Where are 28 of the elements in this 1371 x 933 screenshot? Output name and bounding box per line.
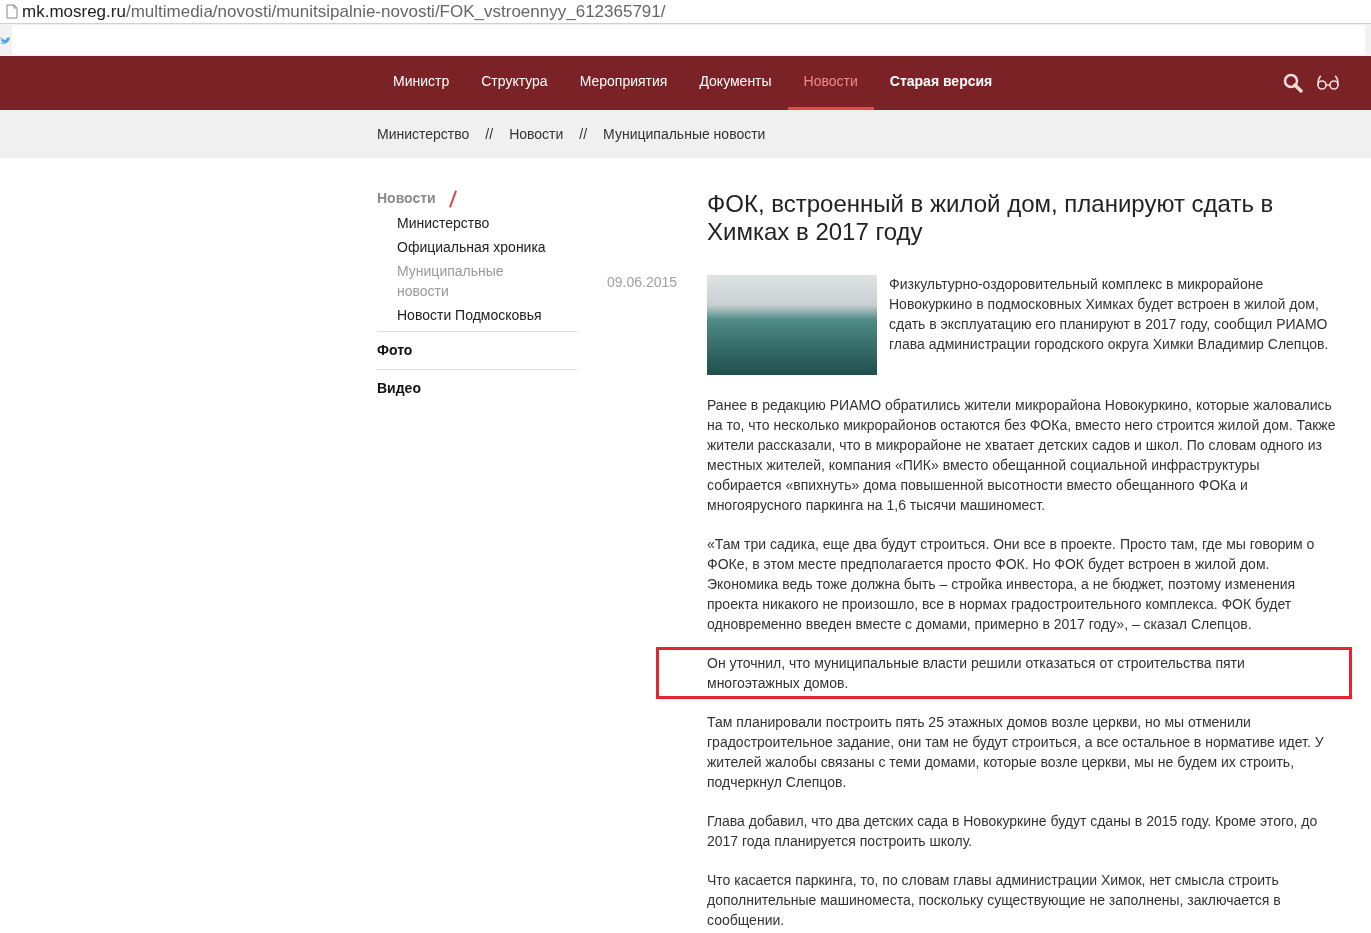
- sidebar-section[interactable]: Фото: [377, 340, 413, 361]
- breadcrumb-separator: //: [484, 124, 495, 144]
- page-icon: [6, 4, 18, 19]
- breadcrumb-link[interactable]: Муниципальные новости: [603, 123, 766, 145]
- url-text[interactable]: mk.mosreg.ru/multimedia/novosti/munitsipalnie-novosti/FOK_vstroennyy_612365791/: [22, 3, 666, 20]
- article-paragraph: Что касается паркинга, то, по словам главы администрации Химок, нет смысла строить дополнительные машиноместа, поскольку существующие не заполнены, заключается в сообщении.: [707, 871, 1282, 930]
- article-paragraph: Ранее в редакцию РИАМО обратились жители микрорайона Новокуркино, которые жаловались на то, что несколько микрорайонов остаются без ФОКа, вместо него строится жилой дом. Также жители рассказали, что в микрорайоне не хватает детских садов и школ. По словам одного из местных жителей, компания «ПИК» вместо обещанной социальной инфраструктуры собирается «впихнуть» дома повышенной высотности вместо обещанного ФОКа и многоярусного паркинга на 1,6 тысячи машиномест.: [707, 396, 1337, 515]
- breadcrumb-separator: //: [578, 124, 589, 144]
- glasses-icon[interactable]: [1317, 75, 1339, 91]
- article-paragraph: Там планировали построить пять 25 этажных домов возле церкви, но мы отменили градостроительное задание, они там не будут строиться, а все остальное в нормативе идет. У жителей жалобы связаны с теми домами, которые возле церкви, мы не будем их строить, подчеркнул Слепцов.: [707, 713, 1325, 792]
- article-date: 09.06.2015: [607, 273, 679, 292]
- nav-link[interactable]: Структура: [465, 56, 564, 110]
- article-paragraph: Он уточнил, что муниципальные власти решили отказаться от строительства пяти многоэтажных домов.: [707, 654, 1246, 693]
- sidebar-subitem[interactable]: Официальная хроника: [377, 237, 577, 257]
- breadcrumb-link[interactable]: Новости: [509, 123, 564, 145]
- nav-link[interactable]: Документы: [683, 56, 788, 110]
- sidebar-section[interactable]: Видео: [377, 378, 421, 399]
- article-title: ФОК, встроенный в жилой дом, планируют сдать в Химках в 2017 году: [707, 190, 1275, 246]
- article-paragraph: «Там три садика, еще два будут строиться. Они все в проекте. Просто там, где мы говорим о ФОКе, в этом месте предполагается просто ФОК. Но ФОК будет встроен в жилой дом. Экономика ведь тоже должна быть – стройка инвестора, а не бюджет, поэтому изменения проекта никакого не произошло, все в нормах градостроительного комплекса. ФОК будет одновременно введен вместе с домами, примерно в 2017 году», – сказал Слепцов.: [707, 535, 1316, 634]
- sidebar-subitem[interactable]: Новости Подмосковья: [377, 305, 577, 325]
- search-icon[interactable]: [1283, 73, 1303, 93]
- article-lead: Физкультурно-оздоровительный комплекс в микрорайоне Новокуркино в подмосковных Химках будет встроен в жилой дом, сдать в эксплуатацию его планируют в 2017 году, сообщил РИАМО глава администрации городского округа Химки Владимир Слепцов.: [889, 275, 1330, 354]
- article-paragraph: Глава добавил, что два детских сада в Новокуркине будут сданы в 2015 году. Кроме этого, до 2017 года планируется построить школу.: [707, 812, 1319, 851]
- breadcrumb-link[interactable]: Министерство: [377, 123, 470, 145]
- sidebar-subitem[interactable]: Министерство: [377, 213, 577, 233]
- nav-link[interactable]: Министр: [377, 56, 466, 110]
- nav-link[interactable]: Мероприятия: [563, 56, 684, 110]
- nav-link[interactable]: Старая версия: [873, 56, 1009, 110]
